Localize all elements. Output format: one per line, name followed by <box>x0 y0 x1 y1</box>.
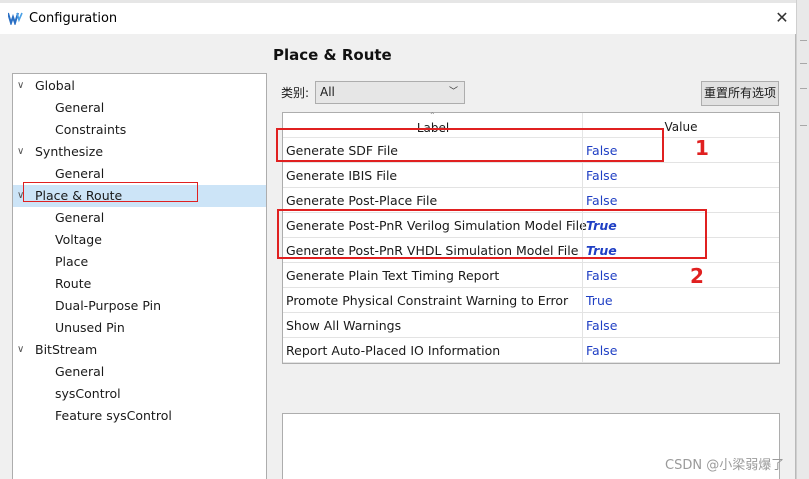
tree-item[interactable]: General <box>13 361 104 383</box>
tree-group[interactable]: ∨ BitStream <box>13 339 97 361</box>
highlight-box-sim-models <box>277 209 707 259</box>
column-divider <box>582 288 583 313</box>
annotation-marker-1: 1 <box>695 136 709 160</box>
category-label: 类别: <box>281 86 310 100</box>
watermark: CSDN @小梁弱爆了 <box>665 458 785 473</box>
option-label: Generate Plain Text Timing Report <box>286 268 500 283</box>
tree-item-label: sysControl <box>55 386 121 401</box>
tree-item-label: General <box>55 210 105 225</box>
option-value[interactable]: False <box>586 313 617 338</box>
chevron-down-icon[interactable]: ∨ <box>17 141 24 163</box>
page-title: Place & Route <box>273 46 392 64</box>
tree-item-label: BitStream <box>35 342 98 357</box>
tree-item-label: Feature sysControl <box>55 408 172 423</box>
column-divider <box>582 313 583 338</box>
tree-item[interactable]: Constraints <box>13 119 126 141</box>
tree-item[interactable]: General <box>13 207 104 229</box>
background-window-edge <box>796 0 809 479</box>
tree-item[interactable]: Voltage <box>13 229 102 251</box>
chevron-down-icon: ﹀ <box>448 87 458 97</box>
tree-item[interactable]: Route <box>13 273 91 295</box>
tree-item-label: Unused Pin <box>55 320 125 335</box>
tree-item[interactable]: Dual-Purpose Pin <box>13 295 161 317</box>
table-row[interactable]: Report Auto-Placed IO Information False <box>283 338 779 363</box>
tree-item[interactable]: Feature sysControl <box>13 405 172 427</box>
option-label: Promote Physical Constraint Warning to E… <box>286 293 569 308</box>
category-select[interactable]: All ﹀ <box>315 81 465 104</box>
tree-item-label: General <box>55 100 105 115</box>
annotation-marker-2: 2 <box>690 264 704 288</box>
tree-item-label: Global <box>35 78 75 93</box>
table-row[interactable]: Show All Warnings False <box>283 313 779 338</box>
option-value[interactable]: False <box>586 163 617 188</box>
option-value[interactable]: False <box>586 263 617 288</box>
category-selected-value: All <box>320 85 335 99</box>
table-row[interactable]: Generate Plain Text Timing Report False <box>283 263 779 288</box>
tree-group[interactable]: ∨ Global <box>13 75 75 97</box>
option-label: Show All Warnings <box>286 318 402 333</box>
highlight-box-sdf <box>276 128 664 162</box>
reset-all-options-button[interactable]: 重置所有选项 <box>701 81 779 106</box>
column-divider <box>582 263 583 288</box>
chevron-down-icon[interactable]: ∨ <box>17 75 24 97</box>
option-value[interactable]: False <box>586 338 617 363</box>
window-title: Configuration <box>29 11 118 26</box>
highlight-box-tree <box>23 182 198 202</box>
tree-item[interactable]: Place <box>13 251 88 273</box>
tree-item-label: Route <box>55 276 92 291</box>
table-row[interactable]: Promote Physical Constraint Warning to E… <box>283 288 779 313</box>
column-divider <box>582 338 583 363</box>
tree-item[interactable]: General <box>13 97 104 119</box>
app-logo-icon <box>8 12 23 25</box>
tree-group[interactable]: ∨ Synthesize <box>13 141 103 163</box>
tree-item-label: Constraints <box>55 122 127 137</box>
settings-tree: ∨ Global General Constraints ∨ Synthesize Gene… <box>12 73 267 479</box>
tree-item-label: Place <box>55 254 89 269</box>
table-row[interactable]: Generate IBIS File False <box>283 163 779 188</box>
column-divider <box>582 163 583 188</box>
tree-item-label: Synthesize <box>35 144 104 159</box>
option-label: Generate IBIS File <box>286 168 398 183</box>
tree-item-label: General <box>55 364 105 379</box>
title-bar: Configuration ✕ <box>0 3 796 34</box>
tree-item[interactable]: Unused Pin <box>13 317 125 339</box>
close-icon[interactable]: ✕ <box>770 6 794 30</box>
tree-item-label: General <box>55 166 105 181</box>
chevron-down-icon[interactable]: ∨ <box>17 339 24 361</box>
tree-item[interactable]: sysControl <box>13 383 121 405</box>
option-label: Report Auto-Placed IO Information <box>286 343 501 358</box>
option-value[interactable]: True <box>586 288 613 313</box>
tree-item-label: Dual-Purpose Pin <box>55 298 161 313</box>
tree-item-label: Voltage <box>55 232 102 247</box>
